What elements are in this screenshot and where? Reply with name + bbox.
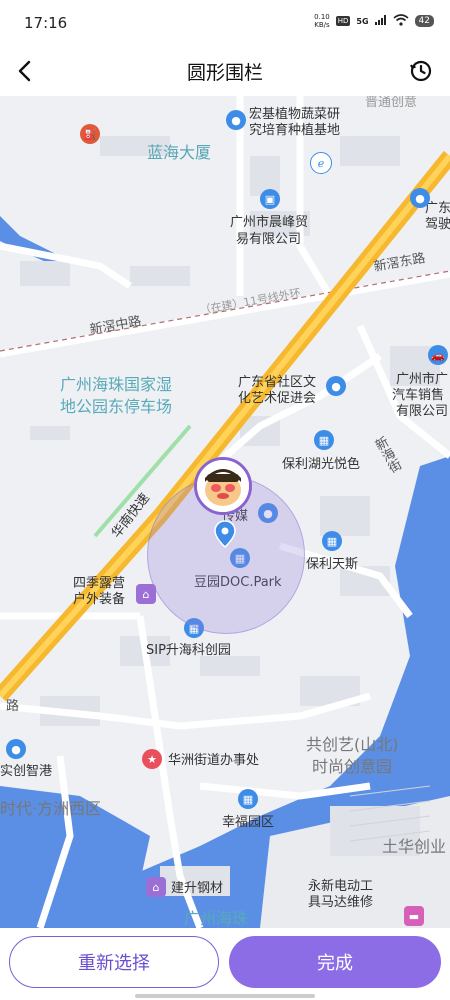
map-label-honji-2: 究培育种植基地 [249, 123, 341, 138]
map-view[interactable]: 蓝海大厦 宏基植物蔬菜研 究培育种植基地 晋通创意 广东 驾驶 广州市晨峰贸 易… [0, 96, 450, 928]
map-label-community-1: 广东省社区文 [238, 375, 317, 390]
history-button[interactable] [404, 54, 438, 88]
cartoon-avatar-icon [197, 460, 249, 512]
map-label-haizhu-bottom: 广州海珠 [184, 909, 249, 928]
status-time: 17:16 [24, 14, 68, 32]
map-label-yongxin-1: 永新电动工 [308, 879, 374, 894]
poi-location-icon[interactable]: ● [226, 110, 246, 130]
map-label-chenfeng-1: 广州市晨峰贸 [230, 215, 309, 230]
map-label-gongchuang-2: 时尚创意园 [312, 757, 393, 776]
map-label-chenfeng-2: 易有限公司 [236, 232, 302, 247]
map-label-lanhai: 蓝海大厦 [147, 143, 212, 162]
map-label-auto-1: 广州市广 [396, 372, 449, 387]
road-label-lu: 路 [6, 699, 20, 714]
map-label-auto-2: 汽车销售 [392, 388, 445, 403]
building-icon[interactable]: ▦ [322, 531, 342, 551]
reselect-button[interactable]: 重新选择 [9, 936, 219, 988]
title-bar: 圆形围栏 [0, 46, 450, 96]
map-label-putong: 晋通创意 [365, 96, 418, 110]
status-bar: 17:16 0.10 KB/s HD 5G 42 [0, 0, 450, 46]
poi-location-icon[interactable]: ● [326, 376, 346, 396]
map-label-siji-1: 四季露营 [73, 576, 126, 591]
telecom-icon[interactable]: ℯ [310, 152, 332, 174]
battery-icon: 42 [414, 15, 434, 27]
map-label-gongchuang-1: 共创艺(山北) [306, 735, 399, 754]
wifi-icon [393, 13, 409, 29]
poi-building-icon[interactable]: ▣ [260, 189, 280, 209]
user-avatar[interactable] [194, 457, 252, 515]
map-label-honji-1: 宏基植物蔬菜研 [249, 107, 341, 122]
building-icon[interactable]: ▦ [314, 430, 334, 450]
map-label-haizhu-park-2: 地公园东停车场 [60, 397, 173, 416]
map-label-poly-hu: 保利湖光悦色 [282, 457, 361, 472]
map-label-shichuang: 实创智港 [0, 764, 53, 779]
map-label-gd-jiashi-2: 驾驶 [425, 217, 450, 232]
map-label-sip: SIP升海科创园 [146, 643, 231, 658]
map-label-huazhou-office: 华洲街道办事处 [168, 753, 260, 768]
map-label-haizhu-park-1: 广州海珠国家湿 [60, 375, 173, 394]
home-indicator[interactable] [135, 994, 315, 998]
map-label-poly-tiansi: 保利天斯 [306, 557, 359, 572]
map-label-xingfu: 幸福园区 [222, 815, 275, 830]
hd-badge: HD [335, 16, 351, 26]
government-star-icon[interactable]: ★ [142, 749, 162, 769]
page-title: 圆形围栏 [186, 62, 263, 84]
map-label-community-2: 化艺术促进会 [238, 391, 317, 406]
hotel-icon[interactable]: ▬ [404, 906, 424, 926]
shop-icon[interactable]: ⌂ [146, 877, 166, 897]
bottom-action-bar: 重新选择 完成 [0, 928, 450, 1000]
building-icon[interactable]: ▦ [238, 789, 258, 809]
map-label-tuhua: 土华创业 [382, 837, 447, 856]
signal-bars-icon [374, 14, 387, 28]
signal-5g-icon: 5G [356, 16, 369, 26]
map-label-fangzhou: 时代·方洲西区 [0, 799, 102, 818]
car-icon[interactable]: 🚗 [428, 345, 448, 365]
history-clock-icon [410, 60, 432, 82]
map-label-jiansheng: 建升钢材 [171, 881, 224, 896]
done-button[interactable]: 完成 [229, 936, 441, 988]
map-label-siji-2: 户外装备 [73, 592, 126, 607]
location-pin-icon[interactable] [214, 520, 236, 548]
network-speed: 0.10 KB/s [314, 13, 330, 29]
map-label-auto-3: 有限公司 [396, 404, 449, 419]
map-label-yongxin-2: 具马达维修 [308, 895, 374, 910]
poi-location-icon[interactable]: ● [410, 188, 430, 208]
gas-station-icon[interactable]: ⛽ [80, 124, 100, 144]
poi-location-icon[interactable]: ● [6, 739, 26, 759]
status-icons: 0.10 KB/s HD 5G 42 [314, 13, 434, 29]
